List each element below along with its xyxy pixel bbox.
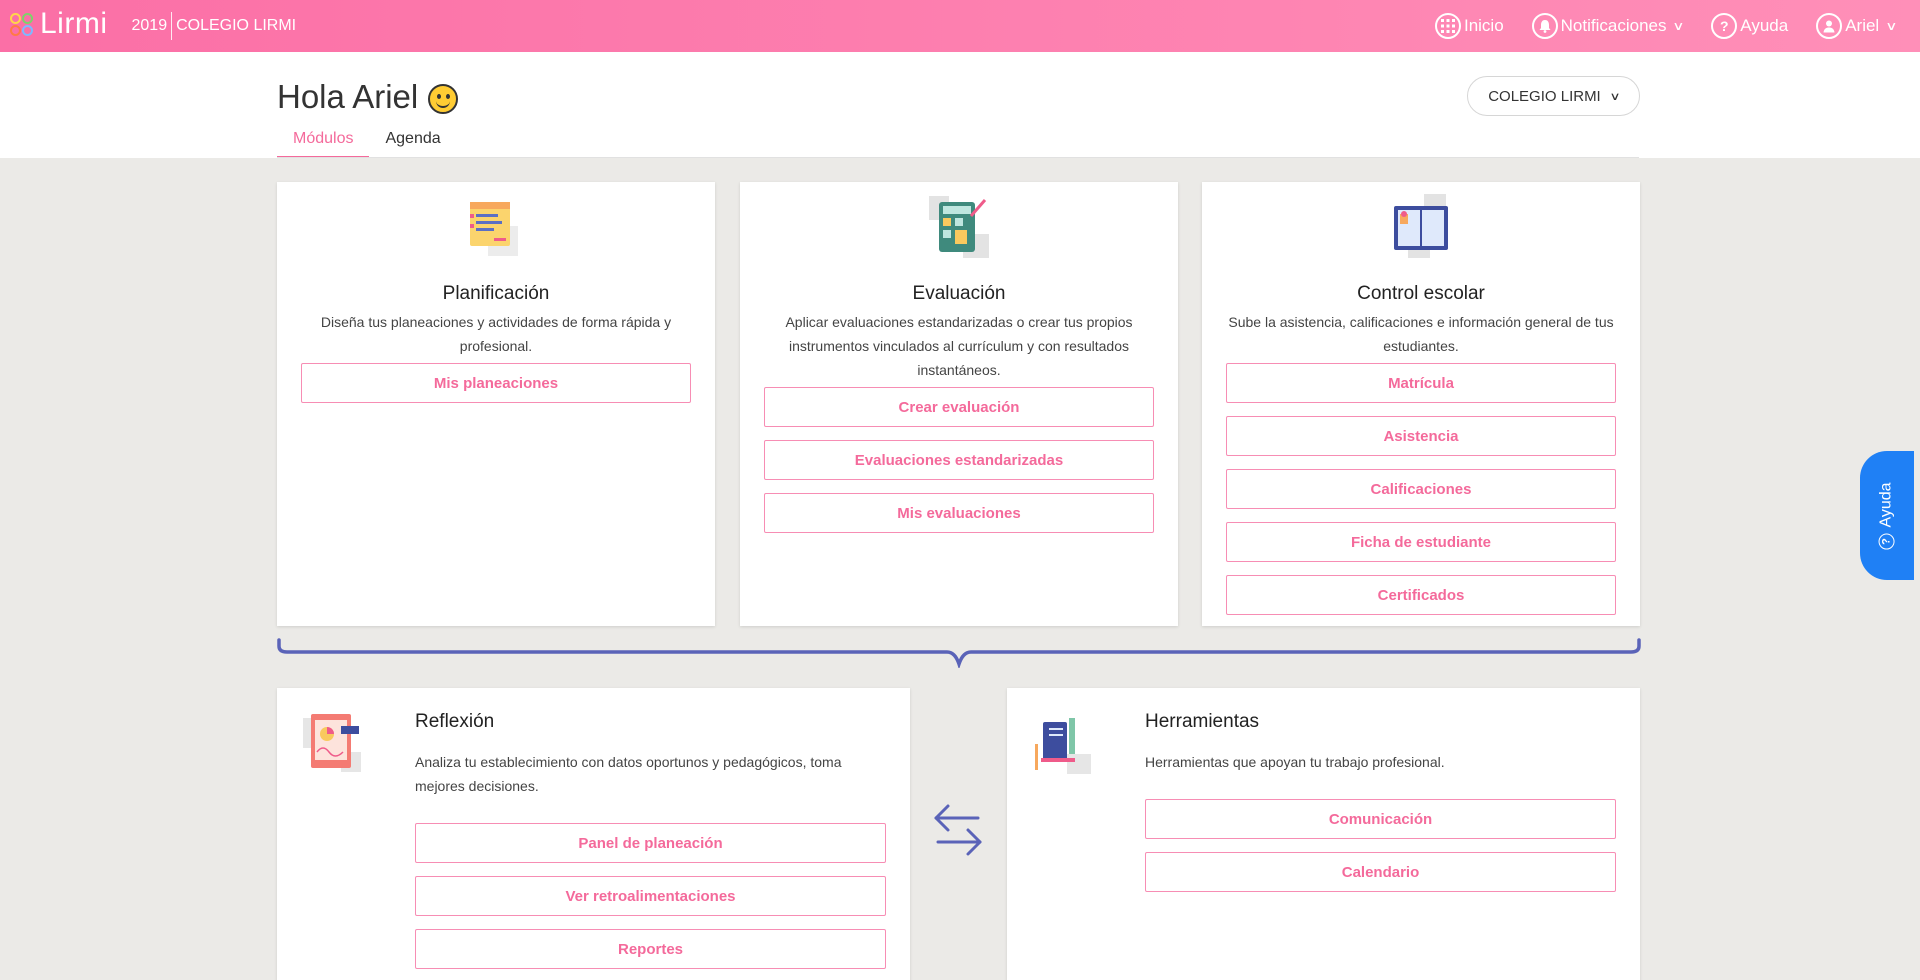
module-card-control-escolar: Control escolar Sube la asistencia, cali… [1202, 182, 1640, 626]
help-floating-label: Ayuda [1878, 481, 1896, 528]
nav-ayuda[interactable]: ? Ayuda [1711, 13, 1788, 39]
module-card-evaluacion: Evaluación Aplicar evaluaciones estandar… [740, 182, 1178, 626]
nav-inicio-label: Inicio [1463, 16, 1504, 35]
card-description: Sube la asistencia, calificaciones e inf… [1228, 314, 1614, 354]
smiley-icon [428, 84, 459, 114]
card-title: Herramientas [1145, 711, 1260, 732]
nav-notificaciones[interactable]: Notificaciones ∨ [1531, 13, 1686, 39]
brand-name: Lirmi [40, 7, 108, 40]
nav-user-menu[interactable]: Ariel ∨ [1816, 13, 1898, 39]
mis-planeaciones-button[interactable]: Mis planeaciones [301, 363, 691, 403]
books-icon [1031, 714, 1093, 781]
calendario-button[interactable]: Calendario [1145, 852, 1616, 892]
swap-arrows-icon [934, 804, 982, 856]
grid-icon [1434, 13, 1461, 39]
nav-inicio[interactable]: Inicio [1434, 13, 1504, 39]
nav-notificaciones-label: Notificaciones [1560, 16, 1667, 35]
ver-retroalimentaciones-button[interactable]: Ver retroalimentaciones [415, 876, 886, 916]
question-icon: ? [1711, 13, 1738, 39]
card-title: Planificación [442, 283, 550, 304]
module-card-reflexion: Reflexión Analiza tu establecimiento con… [277, 688, 910, 980]
ficha-de-estudiante-button[interactable]: Ficha de estudiante [1226, 522, 1616, 562]
book-open-icon [1388, 194, 1454, 265]
planner-icon [466, 196, 530, 265]
school-selector[interactable]: COLEGIO LIRMI ∨ [1467, 76, 1640, 116]
page-header: Hola Ariel Módulos Agenda COLEGIO LIRMI … [0, 52, 1920, 158]
evaluaciones-estandarizadas-button[interactable]: Evaluaciones estandarizadas [764, 440, 1154, 480]
matricula-button[interactable]: Matrícula [1226, 363, 1616, 403]
page-title: Hola Ariel [277, 78, 459, 116]
current-school: 2019 COLEGIO LIRMI [132, 12, 297, 40]
nav-user-label: Ariel [1845, 16, 1880, 35]
tab-modulos[interactable]: Módulos [277, 122, 370, 158]
crear-evaluacion-button[interactable]: Crear evaluación [764, 387, 1154, 427]
card-description: Herramientas que apoyan tu trabajo profe… [1145, 754, 1445, 770]
evaluation-icon [927, 194, 993, 265]
top-nav-actions: Inicio Notificaciones ∨ ? Ayuda Ariel ∨ [1434, 0, 1920, 52]
card-title: Reflexión [415, 711, 495, 732]
school-selector-value: COLEGIO LIRMI [1488, 87, 1601, 105]
card-description: Analiza tu establecimiento con datos opo… [415, 754, 842, 794]
module-card-herramientas: Herramientas Herramientas que apoyan tu … [1007, 688, 1640, 980]
top-navbar: Lirmi 2019 COLEGIO LIRMI Inicio Notifica… [0, 0, 1920, 52]
card-title: Evaluación [912, 283, 1006, 304]
asistencia-button[interactable]: Asistencia [1226, 416, 1616, 456]
curly-brace-divider [277, 638, 1641, 668]
user-icon [1816, 13, 1843, 39]
greeting-text: Hola Ariel [277, 78, 419, 115]
card-title: Control escolar [1357, 283, 1485, 304]
module-tabs: Módulos Agenda [277, 122, 457, 158]
tab-agenda[interactable]: Agenda [369, 122, 456, 158]
chevron-down-icon: ∨ [1885, 19, 1898, 33]
module-card-planificacion: Planificación Diseña tus planeaciones y … [277, 182, 715, 626]
tabs-divider [277, 157, 1639, 158]
mis-evaluaciones-button[interactable]: Mis evaluaciones [764, 493, 1154, 533]
reportes-button[interactable]: Reportes [415, 929, 886, 969]
help-floating-button[interactable]: ? Ayuda [1860, 451, 1914, 580]
school-name: COLEGIO LIRMI [176, 17, 297, 34]
nav-ayuda-label: Ayuda [1740, 16, 1789, 35]
school-year: 2019 [132, 12, 173, 40]
chevron-down-icon: ∨ [1609, 90, 1621, 103]
bell-icon [1531, 13, 1558, 39]
panel-de-planeacion-button[interactable]: Panel de planeación [415, 823, 886, 863]
calificaciones-button[interactable]: Calificaciones [1226, 469, 1616, 509]
certificados-button[interactable]: Certificados [1226, 575, 1616, 615]
comunicacion-button[interactable]: Comunicación [1145, 799, 1616, 839]
chevron-down-icon: ∨ [1672, 19, 1686, 33]
question-icon: ? [1879, 533, 1896, 550]
logo-dots-icon [8, 11, 38, 41]
card-description: Aplicar evaluaciones estandarizadas o cr… [785, 314, 1133, 378]
lirmi-logo[interactable]: Lirmi [8, 7, 108, 41]
help-floating-content: ? Ayuda [1878, 481, 1896, 550]
report-chart-icon [301, 712, 363, 779]
card-description: Diseña tus planeaciones y actividades de… [320, 314, 672, 354]
